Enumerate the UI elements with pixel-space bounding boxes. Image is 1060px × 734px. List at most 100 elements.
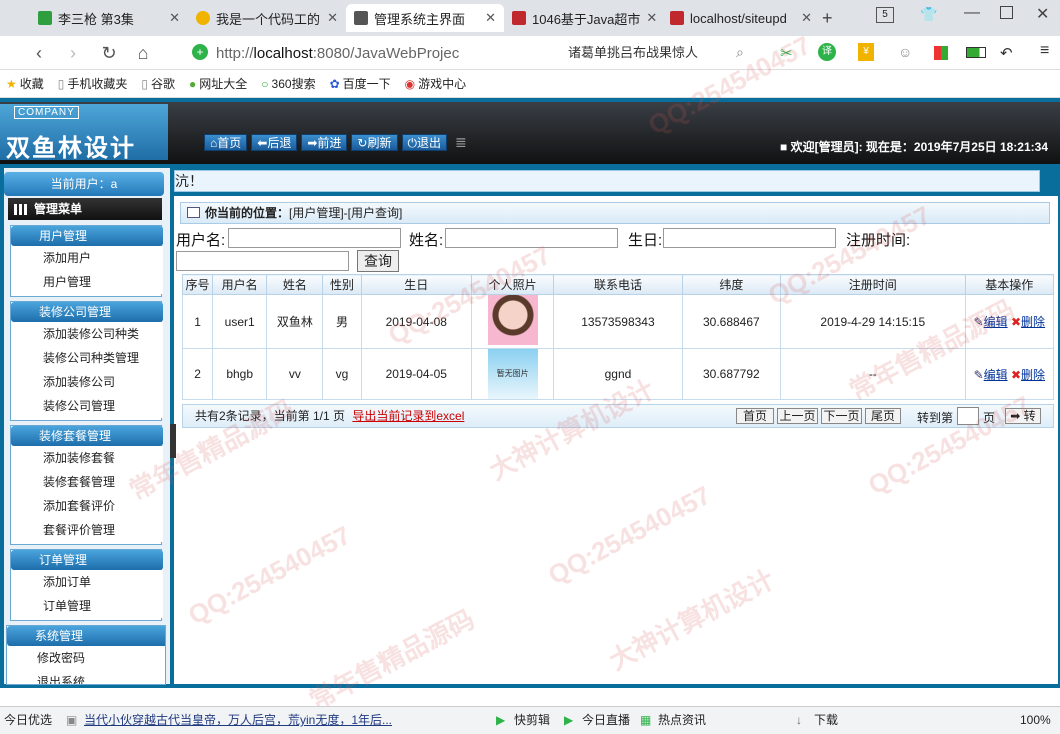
back-button[interactable]: ⬅后退: [251, 134, 298, 151]
edit-link[interactable]: 编辑: [984, 315, 1008, 329]
regtime-input[interactable]: [176, 251, 349, 271]
menu-item[interactable]: 添加装修公司: [11, 370, 163, 394]
browser-search-field[interactable]: 诸葛单挑吕布战果惊人: [560, 40, 760, 66]
browser-tab[interactable]: 1046基于Java超市 ✕: [504, 4, 662, 32]
prev-page-button[interactable]: 上一页: [777, 408, 818, 424]
url-field[interactable]: http://localhost:8080/JavaWebProjec: [216, 40, 584, 66]
emoji-icon[interactable]: ☺: [898, 44, 912, 60]
menu-item[interactable]: 装修公司管理: [11, 394, 163, 418]
forward-button[interactable]: ➡前进: [301, 134, 348, 151]
logout-button[interactable]: ⏻退出: [401, 134, 448, 151]
menu-item-user-manage[interactable]: 用户管理: [11, 270, 163, 294]
status-item[interactable]: 今日直播: [582, 707, 630, 733]
collapse-handle[interactable]: [170, 424, 176, 458]
maximize-icon[interactable]: [1000, 6, 1013, 19]
status-item[interactable]: 热点资讯: [658, 707, 706, 733]
bookmark-games[interactable]: ◉ 游戏中心: [405, 75, 467, 92]
bookmark-mobile[interactable]: ▯ 手机收藏夹: [58, 75, 128, 92]
close-icon[interactable]: ✕: [801, 10, 812, 26]
menu-item[interactable]: 订单管理: [11, 594, 163, 618]
menu-item[interactable]: 套餐评价管理: [11, 518, 163, 542]
status-item[interactable]: 下载: [814, 707, 838, 733]
browser-tab-active[interactable]: 管理系统主界面 ✕: [346, 4, 504, 32]
th-photo: 个人照片: [470, 274, 555, 295]
back-icon[interactable]: ‹: [28, 42, 50, 64]
status-item[interactable]: 快剪辑: [514, 707, 550, 733]
close-icon[interactable]: ✕: [485, 10, 496, 26]
video-icon: [38, 11, 52, 25]
group-header[interactable]: 订单管理: [11, 550, 163, 570]
minimize-icon[interactable]: —: [964, 4, 980, 22]
menu-item[interactable]: 添加装修公司种类: [11, 322, 163, 346]
delete-link[interactable]: 删除: [1021, 315, 1045, 329]
search-icon[interactable]: ⌕: [736, 44, 744, 61]
close-icon[interactable]: ✕: [327, 10, 338, 26]
reload-icon[interactable]: ↻: [98, 42, 120, 64]
menu-group-package: 装修套餐管理 添加装修套餐 装修套餐管理 添加套餐评价 套餐评价管理: [10, 425, 163, 545]
browser-tab[interactable]: localhost/siteupd ✕: [662, 4, 820, 32]
arrow-left-icon: ⬅: [257, 136, 268, 150]
translate-icon[interactable]: 译: [818, 43, 836, 61]
birthday-input[interactable]: [663, 228, 836, 248]
shirt-icon[interactable]: 👕: [920, 6, 937, 23]
group-header[interactable]: 装修公司管理: [11, 302, 163, 322]
new-tab-button[interactable]: +: [822, 8, 833, 29]
cell-sex: vg: [322, 348, 362, 400]
menu-item[interactable]: 装修公司种类管理: [11, 346, 163, 370]
notice-marquee: 沆！: [174, 170, 1040, 192]
next-page-button[interactable]: 下一页: [821, 408, 862, 424]
page-icon: ▯: [57, 76, 65, 91]
zoom-level[interactable]: 100%: [1020, 707, 1051, 733]
close-icon[interactable]: ✕: [169, 10, 180, 26]
menu-item[interactable]: 退出系统: [7, 670, 159, 684]
bookmark-baidu[interactable]: ✿ 百度一下: [330, 75, 391, 92]
group-header[interactable]: 用户管理: [11, 226, 163, 246]
name-input[interactable]: [445, 228, 618, 248]
delete-link[interactable]: 删除: [1021, 368, 1045, 382]
browser-tab[interactable]: 我是一个代码工的 ✕: [188, 4, 346, 32]
bookmark-google[interactable]: ▯ 谷歌: [141, 75, 175, 92]
home-button[interactable]: ⌂首页: [204, 134, 248, 151]
export-excel-link[interactable]: 导出当前记录到excel: [352, 409, 464, 423]
status-bar: 今日优选 ▣ 当代小伙穿越古代当皇帝，万人后宫，荒yin无度，1年后... ▶ …: [0, 706, 1060, 734]
undo-icon[interactable]: ↶: [1000, 44, 1013, 62]
menu-item[interactable]: 修改密码: [7, 646, 159, 670]
bookmark-360[interactable]: ○ 360搜索: [261, 75, 315, 92]
cell-sex: 男: [322, 294, 362, 349]
close-window-icon[interactable]: ✕: [1036, 4, 1049, 24]
menu-item[interactable]: 添加套餐评价: [11, 494, 163, 518]
refresh-button[interactable]: ↻刷新: [351, 134, 398, 151]
page-unit: 页: [983, 411, 996, 425]
scissors-icon[interactable]: ✂: [780, 44, 793, 62]
menu-icon[interactable]: ≡: [1040, 42, 1049, 60]
goto-button[interactable]: ➡ 转: [1005, 408, 1041, 424]
menu-item[interactable]: 装修套餐管理: [11, 470, 163, 494]
browser-tab[interactable]: 李三枪 第3集 ✕: [30, 4, 188, 32]
shield-icon[interactable]: ¥: [858, 43, 874, 61]
menu-item[interactable]: 添加订单: [11, 570, 163, 594]
globe-icon: ●: [189, 76, 197, 91]
page-number-input[interactable]: [957, 407, 979, 425]
edit-link[interactable]: 编辑: [984, 368, 1008, 382]
news-link[interactable]: 当代小伙穿越古代当皇帝，万人后宫，荒yin无度，1年后...: [84, 707, 392, 733]
query-button[interactable]: 查询: [357, 250, 399, 272]
status-left[interactable]: 今日优选: [4, 707, 52, 733]
tab-count-badge[interactable]: 5: [876, 7, 894, 23]
group-header[interactable]: 系统管理: [7, 626, 165, 646]
page-icon: ▯: [141, 76, 149, 91]
bookmark-navigation[interactable]: ● 网址大全: [189, 75, 247, 92]
secure-icon: +: [192, 44, 208, 60]
last-page-button[interactable]: 尾页: [865, 408, 901, 424]
th-ops: 基本操作: [964, 274, 1055, 295]
username-input[interactable]: [228, 228, 401, 248]
grid-icon: [14, 204, 28, 215]
menu-item-add-user[interactable]: 添加用户: [11, 246, 163, 270]
forward-icon[interactable]: ›: [62, 42, 84, 64]
apps-icon[interactable]: [934, 46, 948, 60]
bookmark-favorites[interactable]: ★ 收藏: [6, 75, 44, 92]
first-page-button[interactable]: 首页: [736, 408, 774, 424]
group-header[interactable]: 装修套餐管理: [11, 426, 163, 446]
menu-item[interactable]: 添加装修套餐: [11, 446, 163, 470]
close-icon[interactable]: ✕: [646, 10, 657, 26]
home-icon[interactable]: ⌂: [132, 42, 154, 64]
